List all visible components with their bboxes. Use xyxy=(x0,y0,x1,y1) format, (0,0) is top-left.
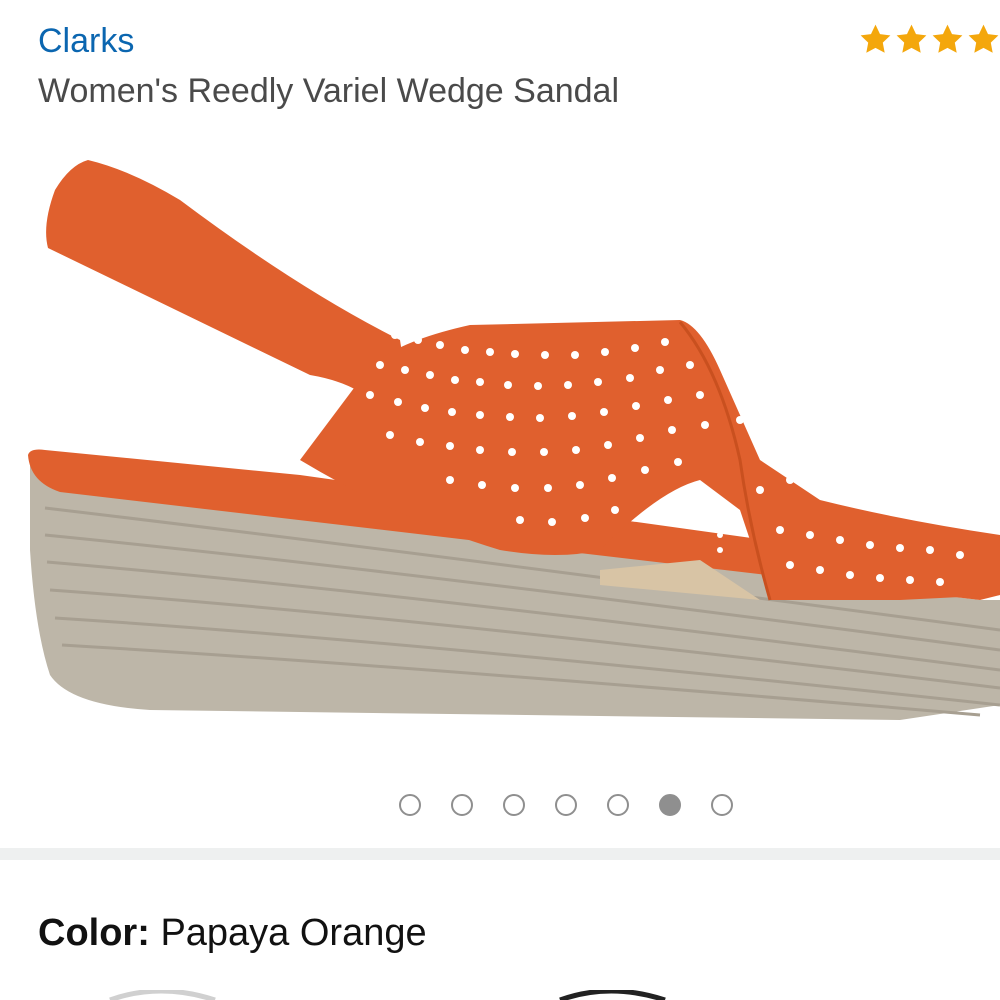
product-image[interactable] xyxy=(0,130,1000,770)
color-selection: Color: Papaya Orange xyxy=(38,912,427,955)
carousel-dot[interactable] xyxy=(503,794,525,816)
carousel-dot[interactable] xyxy=(555,794,577,816)
star-icon xyxy=(896,24,927,53)
color-swatch-row[interactable] xyxy=(0,990,1000,1000)
carousel-dot[interactable] xyxy=(711,794,733,816)
carousel-dot[interactable] xyxy=(607,794,629,816)
color-value: Papaya Orange xyxy=(160,912,427,954)
color-label: Color: xyxy=(38,912,150,954)
product-title: Women's Reedly Variel Wedge Sandal xyxy=(38,72,620,110)
star-icon xyxy=(968,24,999,53)
section-divider xyxy=(0,848,1000,860)
carousel-dot-active[interactable] xyxy=(659,794,681,816)
carousel-dots xyxy=(0,794,1000,820)
star-icon xyxy=(860,24,891,53)
carousel-dot[interactable] xyxy=(451,794,473,816)
rating-stars[interactable] xyxy=(858,22,1000,58)
carousel-dot[interactable] xyxy=(399,794,421,816)
brand-link[interactable]: Clarks xyxy=(38,22,134,61)
star-icon xyxy=(932,24,963,53)
